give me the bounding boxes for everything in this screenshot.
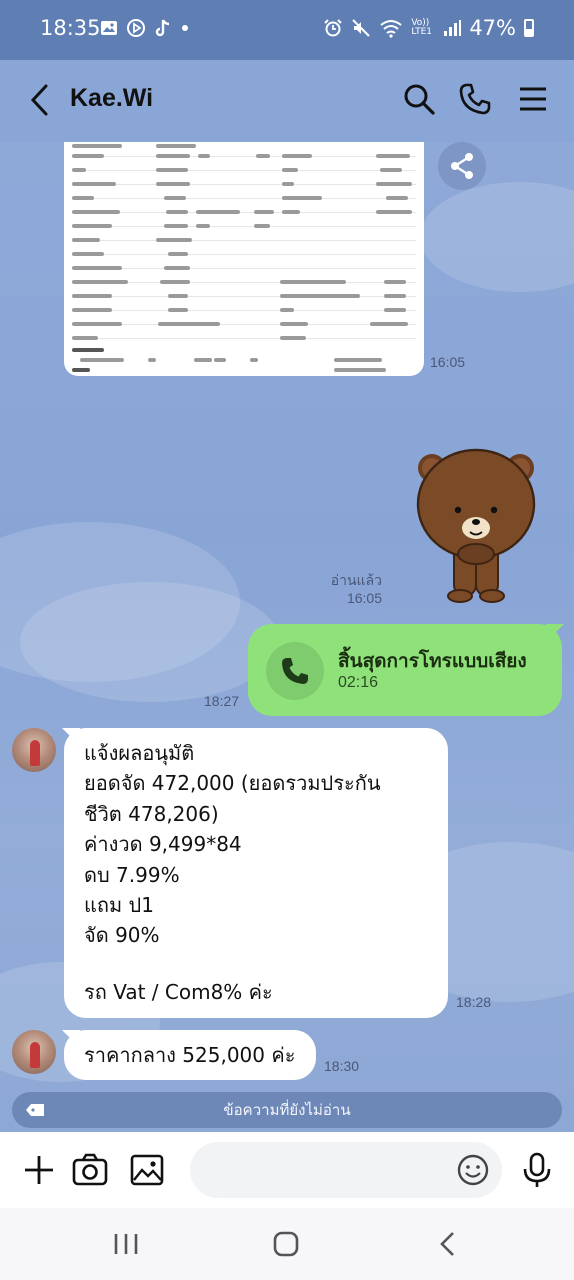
call-icon-circle — [266, 642, 324, 700]
emoji-icon[interactable] — [456, 1153, 490, 1187]
message-line: แจ้งผลอนุมัติ — [84, 741, 195, 765]
share-button[interactable] — [438, 142, 486, 190]
signal-icon — [444, 20, 462, 36]
gallery-notification-icon — [101, 21, 117, 35]
status-time: 18:35 — [40, 16, 101, 40]
call-status-text: สิ้นสุดการโทรแบบเสียง — [338, 650, 527, 672]
message-line: ค่างวด 9,499*84 — [84, 832, 242, 857]
message-line: ราคากลาง 525,000 ค่ะ — [84, 1043, 296, 1067]
message-timestamp: 18:27 — [204, 693, 240, 709]
back-nav-icon[interactable] — [433, 1230, 463, 1258]
share-icon — [451, 153, 473, 179]
chat-title: Kae.Wi — [70, 84, 154, 112]
battery-icon — [524, 19, 534, 37]
notification-icons — [100, 18, 190, 38]
network-label: Vo)) LTE1 — [411, 18, 432, 37]
message-timestamp: 16:05 — [430, 354, 466, 370]
message-timestamp: 18:28 — [456, 994, 492, 1010]
tag-icon — [26, 1104, 44, 1116]
status-bar: 18:35 Vo)) LTE1 47% — [0, 0, 574, 60]
message-timestamp: 18:30 — [324, 1058, 360, 1074]
document-image-message[interactable] — [64, 142, 424, 376]
recent-apps-icon[interactable] — [111, 1230, 141, 1258]
message-timestamp: 16:05 — [346, 590, 382, 606]
media-notification-icon — [127, 19, 145, 37]
alarm-icon — [324, 19, 343, 37]
phone-icon — [282, 658, 308, 684]
mute-icon — [352, 19, 371, 37]
message-line: แถม ป1 — [84, 893, 154, 918]
brown-bear-sticker[interactable] — [414, 442, 538, 604]
message-line: ดบ 7.99% — [84, 862, 180, 887]
camera-icon[interactable] — [71, 1151, 109, 1189]
phone-call-icon[interactable] — [458, 82, 492, 116]
message-input[interactable] — [190, 1142, 502, 1198]
battery-percent: 47% — [469, 16, 516, 40]
message-line: ชีวิต 478,206) — [84, 801, 219, 826]
unread-messages-banner[interactable]: ข้อความที่ยังไม่อ่าน — [12, 1092, 562, 1128]
search-icon[interactable] — [402, 82, 436, 116]
microphone-icon[interactable] — [518, 1151, 556, 1189]
message-line: รถ Vat / Com8% ค่ะ — [84, 979, 273, 1004]
read-receipt: อ่านแล้ว — [330, 572, 382, 588]
wifi-icon — [380, 20, 402, 38]
message-line — [84, 951, 428, 977]
message-line: จัด 90% — [84, 923, 160, 948]
more-dot-icon — [182, 25, 188, 31]
background-cloud — [20, 582, 280, 702]
menu-icon[interactable] — [516, 82, 550, 116]
unread-banner-label: ข้อความที่ยังไม่อ่าน — [223, 1101, 351, 1119]
message-input-bar — [0, 1132, 574, 1208]
gallery-icon[interactable] — [128, 1151, 166, 1189]
chat-area[interactable]: 16:05 อ่านแล้ว 16:05 สิ้นสุดการโทรแบบเสี… — [0, 142, 574, 1132]
voice-call-ended-message[interactable]: สิ้นสุดการโทรแบบเสียง 02:16 — [248, 624, 562, 716]
chat-header: Kae.Wi — [0, 60, 574, 142]
plus-icon[interactable] — [20, 1151, 58, 1189]
call-duration: 02:16 — [338, 674, 379, 691]
approval-message-bubble[interactable]: แจ้งผลอนุมัติ ยอดจัด 472,000 (ยอดรวมประก… — [64, 728, 448, 1018]
contact-avatar[interactable] — [12, 728, 56, 772]
message-line: ยอดจัด 472,000 (ยอดรวมประกัน — [84, 771, 381, 796]
price-message-bubble[interactable]: ราคากลาง 525,000 ค่ะ — [64, 1030, 316, 1080]
background-cloud — [420, 182, 574, 292]
tiktok-notification-icon — [155, 19, 170, 37]
system-icons: Vo)) LTE1 47% — [323, 16, 534, 40]
back-arrow-icon[interactable] — [26, 82, 56, 118]
home-icon[interactable] — [271, 1230, 301, 1258]
system-navigation-bar — [0, 1208, 574, 1280]
contact-avatar[interactable] — [12, 1030, 56, 1074]
